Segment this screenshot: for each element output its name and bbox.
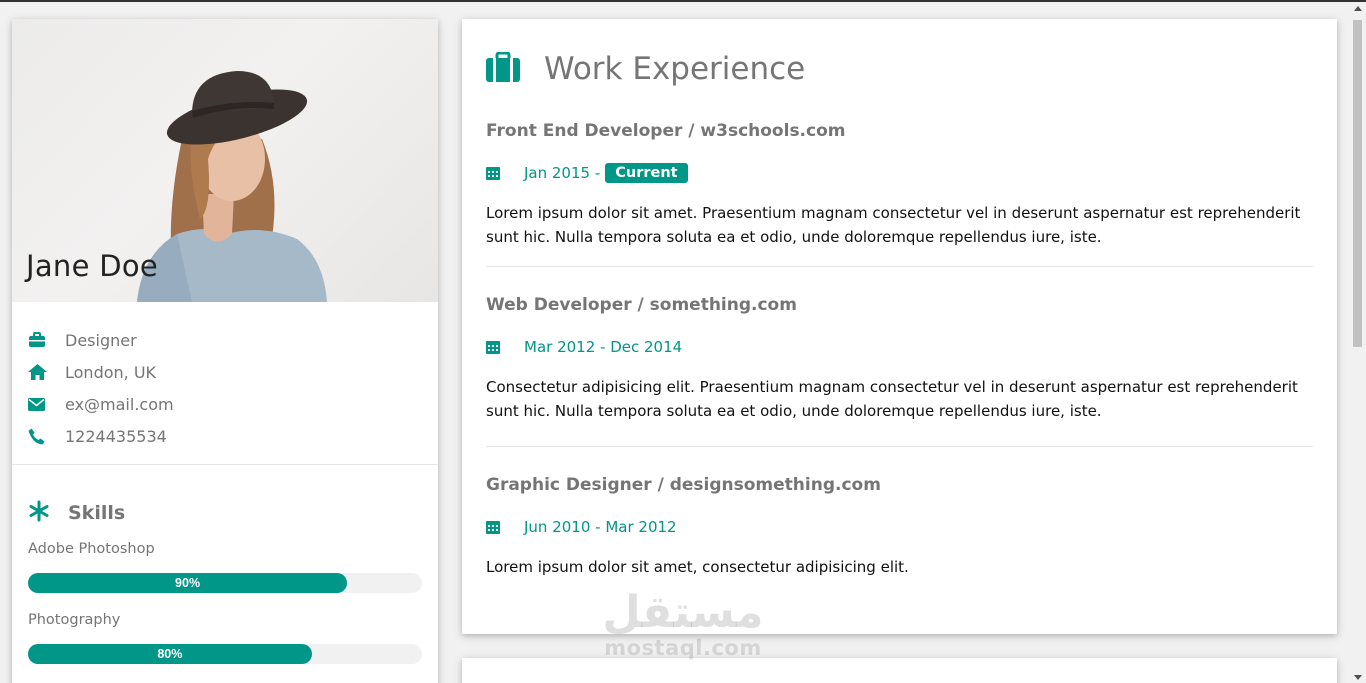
skills-section: Skills Adobe Photoshop 90% Photography 8… xyxy=(12,465,438,664)
profile-photo: Jane Doe xyxy=(12,19,438,302)
envelope-icon xyxy=(28,397,65,411)
work-experience-card: Work Experience Front End Developer / w3… xyxy=(462,19,1337,634)
scroll-up-arrow-icon[interactable] xyxy=(1354,6,1362,11)
skill-bar-fill: 90% xyxy=(28,573,348,593)
home-icon xyxy=(28,364,65,380)
skill-bar: 80% xyxy=(28,644,422,664)
asterisk-icon xyxy=(28,500,50,527)
job-date-row: Jan 2015 - Current xyxy=(486,161,1313,185)
email-text: ex@mail.com xyxy=(65,394,174,414)
suitcase-icon xyxy=(486,51,520,87)
calendar-icon xyxy=(486,340,524,354)
job-title: Web Developer / something.com xyxy=(486,295,797,315)
scroll-down-arrow-icon[interactable] xyxy=(1354,675,1362,680)
info-phone: 1224435534 xyxy=(28,420,422,452)
work-experience-title: Work Experience xyxy=(544,51,806,87)
job-entry: Front End Developer / w3schools.com Jan … xyxy=(486,119,1313,267)
skill-bar-fill: 80% xyxy=(28,644,312,664)
job-entry: Web Developer / something.com Mar 2012 -… xyxy=(486,267,1313,447)
profile-card: Jane Doe Designer London, UK ex@mail.com… xyxy=(12,19,438,683)
job-title: Graphic Designer / designsomething.com xyxy=(486,475,881,495)
job-date: Jun 2010 - Mar 2012 xyxy=(524,518,677,536)
skills-title: Skills xyxy=(68,502,126,524)
skill-name: Photography xyxy=(28,612,121,628)
work-experience-heading: Work Experience xyxy=(486,19,1313,119)
location-text: London, UK xyxy=(65,362,157,382)
job-title-text: Designer xyxy=(65,330,137,350)
briefcase-icon xyxy=(28,332,65,348)
phone-icon xyxy=(28,428,65,445)
job-description: Lorem ipsum dolor sit amet. Praesentium … xyxy=(486,204,1301,246)
info-job: Designer xyxy=(28,324,422,356)
watermark-latin: mostaql.com xyxy=(604,636,762,660)
job-description: Consectetur adipisicing elit. Praesentiu… xyxy=(486,378,1298,420)
job-title: Front End Developer / w3schools.com xyxy=(486,121,846,141)
job-date: Mar 2012 - Dec 2014 xyxy=(524,338,683,356)
profile-name: Jane Doe xyxy=(26,249,159,283)
job-date: Jan 2015 - xyxy=(524,164,601,182)
job-date-row: Jun 2010 - Mar 2012 xyxy=(486,515,1313,539)
contact-info: Designer London, UK ex@mail.com 12244355… xyxy=(12,302,438,465)
vertical-scrollbar[interactable] xyxy=(1349,2,1366,683)
skill-bar: 90% xyxy=(28,573,422,593)
education-card xyxy=(462,658,1337,683)
job-entry: Graphic Designer / designsomething.com J… xyxy=(486,447,1313,579)
job-date-row: Mar 2012 - Dec 2014 xyxy=(486,335,1313,359)
job-description: Lorem ipsum dolor sit amet, consectetur … xyxy=(486,558,909,576)
calendar-icon xyxy=(486,166,524,180)
info-location: London, UK xyxy=(28,356,422,388)
calendar-icon xyxy=(486,520,524,534)
skills-heading: Skills xyxy=(28,498,422,528)
info-email: ex@mail.com xyxy=(28,388,422,420)
scroll-thumb[interactable] xyxy=(1353,20,1362,347)
phone-text: 1224435534 xyxy=(65,426,167,446)
current-badge: Current xyxy=(605,163,688,183)
skill-name: Adobe Photoshop xyxy=(28,541,155,557)
